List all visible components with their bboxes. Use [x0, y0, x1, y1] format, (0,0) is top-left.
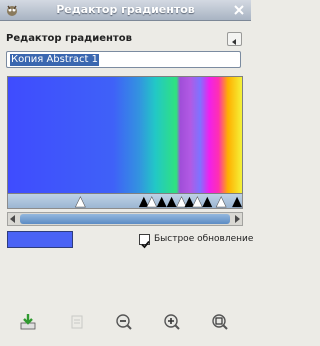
current-color-swatch[interactable] — [7, 231, 73, 248]
window-titlebar[interactable]: Редактор градиентов — [0, 0, 251, 21]
midpoint-handle[interactable] — [74, 196, 86, 208]
gradient-name-text: Копия Abstract 1 — [10, 54, 99, 66]
midpoint-handle[interactable] — [191, 196, 203, 208]
scroll-right-icon[interactable] — [235, 215, 240, 223]
gradient-name-field[interactable]: Копия Abstract 1 — [6, 51, 241, 68]
stop-handle[interactable] — [232, 196, 242, 208]
zoom-fit-icon[interactable] — [211, 313, 229, 331]
checkmark-icon — [141, 240, 150, 249]
close-icon[interactable] — [232, 3, 246, 17]
panel-title: Редактор градиентов — [6, 33, 132, 44]
instant-update-label[interactable]: Быстрое обновление — [154, 234, 253, 244]
gimp-app-icon — [7, 5, 17, 16]
panel-menu-button[interactable] — [227, 32, 242, 46]
gradient-preview[interactable] — [7, 76, 243, 194]
triangle-left-icon — [232, 39, 236, 45]
midpoint-handle[interactable] — [215, 196, 227, 208]
midpoint-handle[interactable] — [146, 196, 158, 208]
instant-update-checkbox[interactable] — [139, 234, 150, 249]
midpoint-handle[interactable] — [176, 196, 187, 208]
stop-handle[interactable] — [202, 196, 213, 208]
scroll-left-icon[interactable] — [10, 215, 15, 223]
horizontal-scrollbar[interactable] — [7, 212, 243, 226]
zoom-in-icon[interactable] — [163, 313, 181, 331]
revert-icon — [71, 315, 83, 329]
gradient-stops-bar[interactable] — [7, 194, 243, 209]
window-title: Редактор градиентов — [56, 3, 195, 16]
stop-handle[interactable] — [156, 196, 167, 208]
zoom-out-icon[interactable] — [115, 313, 133, 331]
scrollbar-thumb[interactable] — [20, 214, 230, 224]
stop-handle[interactable] — [166, 196, 177, 208]
save-icon[interactable] — [19, 313, 37, 331]
